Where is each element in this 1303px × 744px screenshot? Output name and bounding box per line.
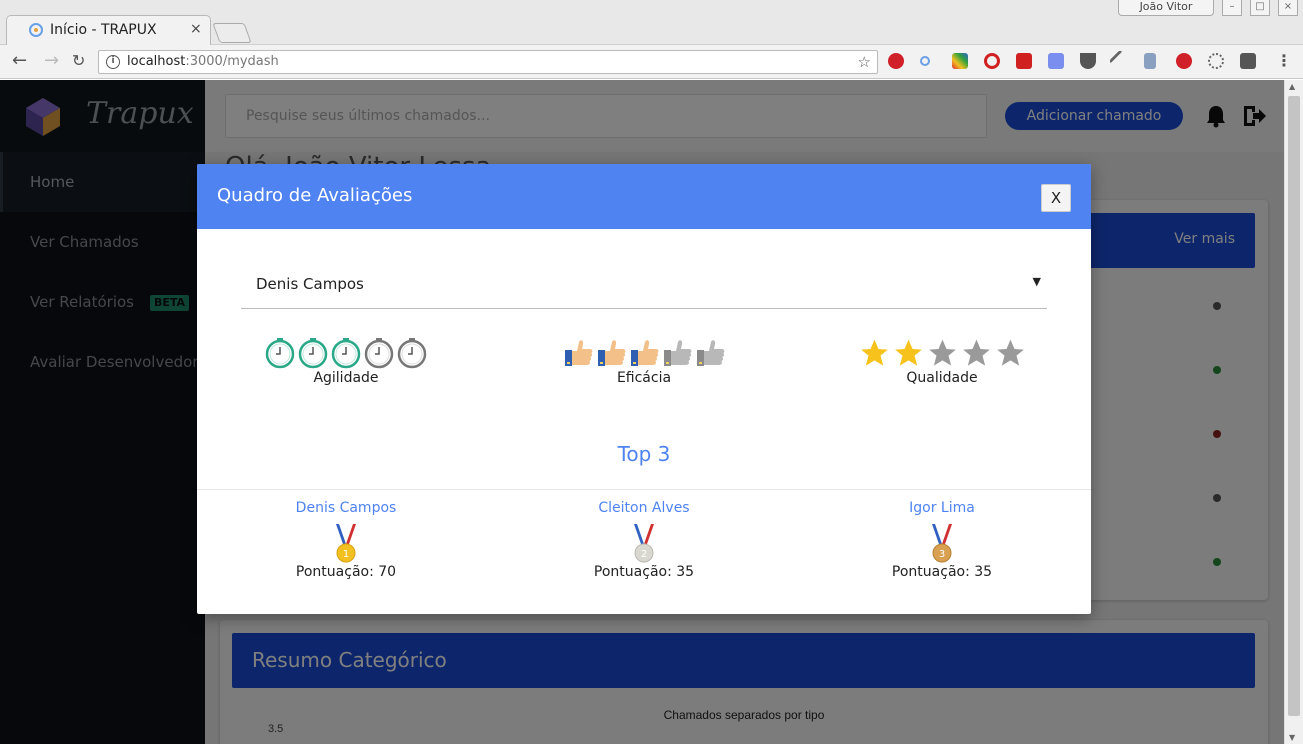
caret-down-icon: ▼ <box>1032 275 1041 288</box>
pen-extension-icon[interactable] <box>920 56 930 66</box>
modal-title: Quadro de Avaliações <box>217 185 413 206</box>
modal-header: Quadro de Avaliações X <box>197 164 1091 229</box>
rank-score: Pontuação: 35 <box>891 564 993 580</box>
thumbs-up-icon[interactable] <box>694 338 726 368</box>
maximize-icon[interactable]: □ <box>1250 0 1270 16</box>
medal-number: 1 <box>343 549 349 560</box>
tab-close-icon[interactable]: × <box>190 21 202 37</box>
bronze-medal-icon: 3 <box>932 523 952 563</box>
star-icon[interactable] <box>994 337 1027 369</box>
thumbs-up-icon[interactable] <box>628 338 660 368</box>
clock-icon[interactable] <box>297 337 329 369</box>
profile-button[interactable]: João Vitor <box>1118 0 1214 16</box>
rank-third: Igor Lima 3 Pontuação: 35 <box>817 500 1067 580</box>
browser-menu-icon[interactable]: ⋮ <box>1276 51 1292 70</box>
rank-name: Igor Lima <box>909 500 975 516</box>
thumbs-up-icon[interactable] <box>562 338 594 368</box>
url-text: localhost:3000/mydash <box>127 54 279 69</box>
scroll-thumb[interactable] <box>1288 96 1300 716</box>
star-icon[interactable] <box>926 337 959 369</box>
top3-title: Top 3 <box>617 442 671 466</box>
rank-name: Denis Campos <box>295 500 397 516</box>
rating-label: Eficácia <box>616 370 672 386</box>
adblock-extension-icon[interactable] <box>888 53 904 69</box>
pinterest-extension-icon[interactable] <box>1176 53 1192 69</box>
modal-close-button[interactable]: X <box>1041 184 1071 212</box>
thumbs-up-icons <box>519 336 769 370</box>
scroll-up-icon[interactable]: ▲ <box>1289 82 1295 91</box>
developer-select-value: Denis Campos <box>256 275 364 293</box>
browser-tab[interactable]: Início - TRAPUX × <box>6 15 211 45</box>
opera-extension-icon[interactable] <box>984 53 1000 69</box>
app-root: Trapux Home Ver Chamados Ver RelatóriosB… <box>0 80 1284 744</box>
rank-second: Cleiton Alves 2 Pontuação: 35 <box>519 500 769 580</box>
silver-medal-icon: 2 <box>634 523 654 563</box>
page-scrollbar[interactable]: ▲ ▼ <box>1284 80 1303 744</box>
scroll-down-icon[interactable]: ▼ <box>1289 733 1295 742</box>
color-extension-icon[interactable] <box>952 53 968 69</box>
download-extension-icon[interactable] <box>1144 53 1156 69</box>
shield-extension-icon[interactable] <box>1240 53 1256 69</box>
tab-title: Início - TRAPUX <box>50 22 157 38</box>
thumbs-up-icon[interactable] <box>595 338 627 368</box>
new-tab-button[interactable] <box>212 23 252 43</box>
ratings-modal: Quadro de Avaliações X Denis Campos ▼ Ag… <box>197 164 1091 614</box>
clock-icon[interactable] <box>264 337 296 369</box>
browser-tab-strip: Início - TRAPUX × João Vitor – □ × <box>0 0 1303 45</box>
rank-first: Denis Campos 1 Pontuação: 70 <box>221 500 471 580</box>
clock-icon[interactable] <box>330 337 362 369</box>
minimize-icon[interactable]: – <box>1222 0 1242 16</box>
star-icons <box>817 336 1067 370</box>
calendar-extension-icon[interactable] <box>1048 53 1064 69</box>
rank-score: Pontuação: 35 <box>593 564 695 580</box>
info-icon[interactable]: i <box>106 55 120 69</box>
rank-score: Pontuação: 70 <box>295 564 397 580</box>
clock-icon[interactable] <box>396 337 428 369</box>
rank-name: Cleiton Alves <box>598 500 690 516</box>
window-close-icon[interactable]: × <box>1278 0 1298 16</box>
back-icon[interactable]: ← <box>12 52 27 70</box>
reload-icon[interactable]: ↻ <box>72 52 85 70</box>
gold-medal-icon: 1 <box>336 523 356 563</box>
thumbs-up-icon[interactable] <box>661 338 693 368</box>
divider <box>197 489 1091 490</box>
rating-qualidade: Qualidade <box>817 336 1067 386</box>
pocket-extension-icon[interactable] <box>1080 53 1096 69</box>
medal-number: 2 <box>641 549 647 560</box>
address-bar[interactable]: i localhost:3000/mydash ☆ <box>98 50 878 74</box>
eyedropper-extension-icon[interactable] <box>1108 49 1132 73</box>
rating-eficacia: Eficácia <box>519 336 769 386</box>
star-icon[interactable] <box>858 337 891 369</box>
star-icon[interactable] <box>892 337 925 369</box>
star-icon[interactable] <box>960 337 993 369</box>
trapux-favicon-icon <box>29 23 43 37</box>
record-extension-icon[interactable] <box>1016 53 1032 69</box>
bookmark-star-icon[interactable]: ☆ <box>858 53 871 71</box>
clock-icons <box>221 336 471 370</box>
bug-extension-icon[interactable] <box>1208 53 1224 69</box>
rating-label: Agilidade <box>313 370 379 386</box>
clock-icon[interactable] <box>363 337 395 369</box>
forward-icon[interactable]: → <box>44 52 59 70</box>
medal-number: 3 <box>939 549 945 560</box>
rating-agilidade: Agilidade <box>221 336 471 386</box>
rating-label: Qualidade <box>906 370 978 386</box>
browser-toolbar: ← → ↻ i localhost:3000/mydash ☆ ⋮ <box>0 45 1303 79</box>
developer-select[interactable]: Denis Campos ▼ <box>241 264 1047 309</box>
